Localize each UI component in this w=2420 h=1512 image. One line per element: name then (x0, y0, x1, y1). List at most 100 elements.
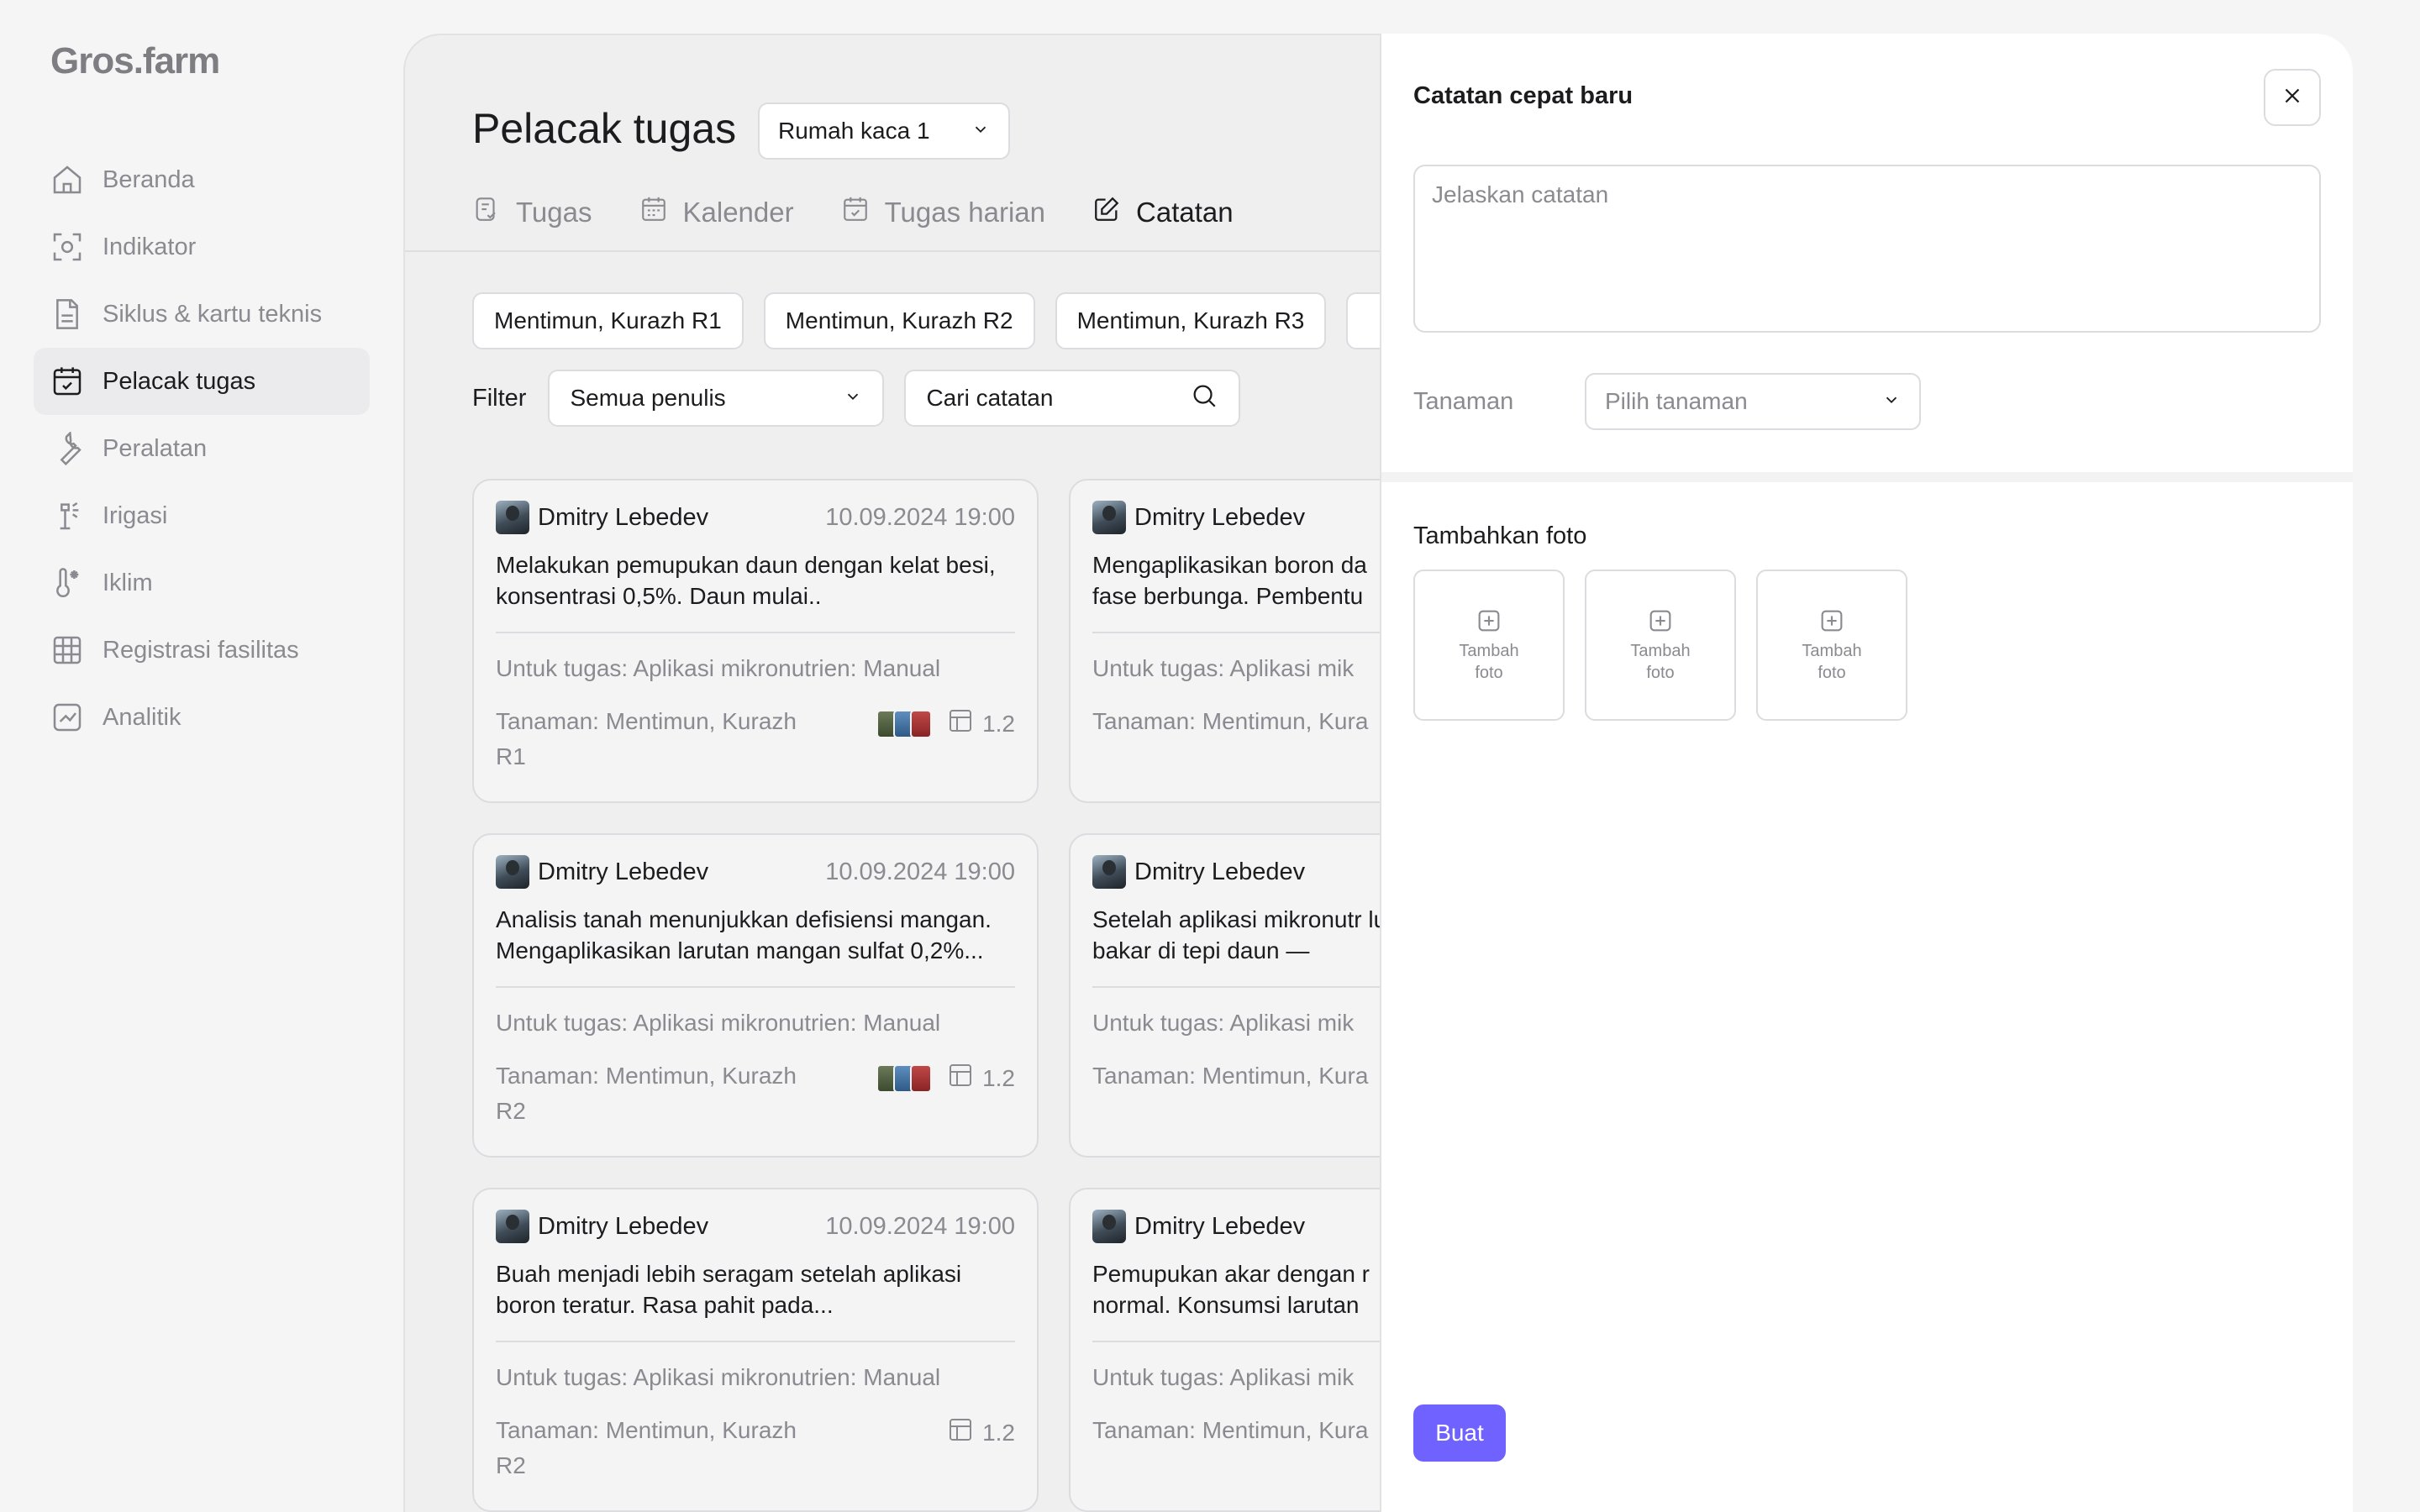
page-title: Pelacak tugas (472, 105, 737, 152)
tab-catatan[interactable]: Catatan (1092, 195, 1234, 230)
avatar (1092, 1210, 1126, 1243)
author-name: Dmitry Lebedev (538, 503, 709, 531)
plus-square-icon (1821, 610, 1843, 632)
note-text: Melakukan pemupukan daun dengan kelat be… (496, 552, 996, 609)
note-card[interactable]: Dmitry Lebedev 10.09.2024 19:00 Melakuka… (472, 479, 1039, 803)
divider (496, 632, 1015, 633)
photo-thumbnails[interactable] (876, 709, 933, 738)
note-task: Untuk tugas: Aplikasi mikronutrien: Manu… (496, 655, 941, 681)
photo-thumbnails[interactable] (876, 1063, 933, 1093)
sector-value: 1.2 (982, 1064, 1015, 1091)
close-button[interactable] (2264, 69, 2321, 126)
sidebar-nav: Beranda Indikator Siklus & kartu teknis … (34, 146, 370, 751)
add-photo-label: Tambah foto (1630, 642, 1691, 682)
sidebar-item-pelacak-tugas[interactable]: Pelacak tugas (34, 348, 370, 415)
note-text: Analisis tanah menunjukkan defisiensi ma… (496, 906, 992, 963)
filter-label: Filter (472, 384, 527, 412)
divider (496, 986, 1015, 988)
sector-badge: 1.2 (947, 1416, 1015, 1449)
sector-value: 1.2 (982, 710, 1015, 737)
sidebar-item-indikator[interactable]: Indikator (34, 213, 370, 281)
sidebar-item-analitik[interactable]: Analitik (34, 684, 370, 751)
note-text: Setelah aplikasi mikronutr luka bakar di… (1092, 906, 1412, 963)
sidebar-item-peralatan[interactable]: Peralatan (34, 415, 370, 482)
calendar-check-icon (841, 195, 870, 230)
plant-chip[interactable]: Mentimun, Kurazh R1 (472, 292, 744, 349)
note-author: Dmitry Lebedev (1092, 501, 1305, 534)
sidebar-item-registrasi[interactable]: Registrasi fasilitas (34, 617, 370, 684)
sidebar-item-label: Peralatan (103, 434, 208, 462)
tab-label: Tugas (516, 197, 592, 228)
sidebar-item-iklim[interactable]: Iklim (34, 549, 370, 617)
add-photo-button[interactable]: Tambah foto (1585, 570, 1736, 721)
thermometer-icon (50, 566, 84, 600)
note-author: Dmitry Lebedev (1092, 1210, 1305, 1243)
plant-chip[interactable]: Mentimun, Kurazh R2 (763, 292, 1035, 349)
avatar (496, 855, 529, 889)
search-input[interactable]: Cari catatan (904, 370, 1241, 427)
author-name: Dmitry Lebedev (1134, 503, 1306, 531)
search-placeholder: Cari catatan (926, 385, 1054, 411)
sidebar-item-label: Irigasi (103, 501, 168, 529)
add-photo-button[interactable]: Tambah foto (1413, 570, 1565, 721)
plant-row: Tanaman Pilih tanaman (1413, 373, 1921, 430)
search-icon[interactable] (1190, 381, 1218, 416)
note-textarea[interactable]: Jelaskan catatan (1413, 165, 2321, 333)
edit-note-icon (1092, 195, 1121, 230)
note-plant: Tanaman: Mentimun, Kurazh R2 (496, 1417, 797, 1478)
sidebar-item-label: Analitik (103, 703, 182, 731)
note-author: Dmitry Lebedev (496, 501, 708, 534)
create-button[interactable]: Buat (1413, 1404, 1506, 1462)
chart-icon (50, 701, 84, 734)
avatar (496, 501, 529, 534)
add-photo-label: Tambah foto (1459, 642, 1519, 682)
author-select-value: Semua penulis (570, 385, 726, 411)
author-select[interactable]: Semua penulis (548, 370, 885, 427)
sidebar: Gros.farm Beranda Indikator Siklus & kar… (0, 0, 395, 1512)
note-text: Buah menjadi lebih seragam setelah aplik… (496, 1261, 962, 1318)
add-photo-button[interactable]: Tambah foto (1756, 570, 1907, 721)
plant-chip[interactable]: Mentimun, Kurazh R3 (1055, 292, 1327, 349)
tab-bar: Tugas Kalender Tugas harian Catatan (472, 195, 1234, 230)
plant-select-placeholder: Pilih tanaman (1605, 388, 1748, 414)
tab-label: Tugas harian (884, 197, 1046, 228)
tab-kalender[interactable]: Kalender (639, 195, 794, 230)
panel-title: Catatan cepat baru (1413, 82, 1634, 109)
tasks-icon (472, 195, 501, 230)
panel-divider (1381, 472, 2353, 482)
add-photo-label: Tambah foto (1802, 642, 1862, 682)
greenhouse-select[interactable]: Rumah kaca 1 (758, 102, 1010, 160)
sector-badge: 1.2 (947, 1062, 1015, 1095)
tab-tugas-harian[interactable]: Tugas harian (841, 195, 1045, 230)
author-name: Dmitry Lebedev (1134, 858, 1306, 885)
app-logo[interactable]: Gros.farm (50, 40, 220, 82)
chevron-down-icon (844, 385, 862, 412)
sidebar-item-siklus[interactable]: Siklus & kartu teknis (34, 281, 370, 348)
tab-tugas[interactable]: Tugas (472, 195, 592, 230)
filter-row: Filter Semua penulis Cari catatan (472, 370, 1241, 427)
sensor-icon (50, 230, 84, 264)
plant-select[interactable]: Pilih tanaman (1585, 373, 1921, 430)
sprinkler-icon (50, 499, 84, 533)
note-card[interactable]: Dmitry Lebedev 10.09.2024 19:00 Buah men… (472, 1188, 1039, 1512)
note-card[interactable]: Dmitry Lebedev 10.09.2024 19:00 Analisis… (472, 833, 1039, 1158)
avatar (496, 1210, 529, 1243)
sidebar-item-irigasi[interactable]: Irigasi (34, 482, 370, 549)
calendar-icon (639, 195, 668, 230)
document-icon (50, 297, 84, 331)
plus-square-icon (1478, 610, 1500, 632)
note-author: Dmitry Lebedev (496, 855, 708, 889)
close-icon (2280, 83, 2305, 113)
note-plant: Tanaman: Mentimun, Kurazh R1 (496, 708, 797, 769)
note-text: Mengaplikasikan boron da fase berbunga. … (1092, 552, 1367, 609)
sidebar-item-label: Siklus & kartu teknis (103, 300, 323, 328)
grid-icon (947, 1062, 974, 1095)
note-date: 10.09.2024 19:00 (825, 503, 1015, 531)
tab-label: Catatan (1136, 197, 1234, 228)
sidebar-item-label: Pelacak tugas (103, 367, 256, 395)
plant-chips: Mentimun, Kurazh R1 Mentimun, Kurazh R2 … (472, 292, 1397, 349)
sidebar-item-label: Iklim (103, 569, 153, 596)
photo-thumbnail (910, 1063, 933, 1093)
sidebar-item-beranda[interactable]: Beranda (34, 146, 370, 213)
note-date: 10.09.2024 19:00 (825, 858, 1015, 885)
